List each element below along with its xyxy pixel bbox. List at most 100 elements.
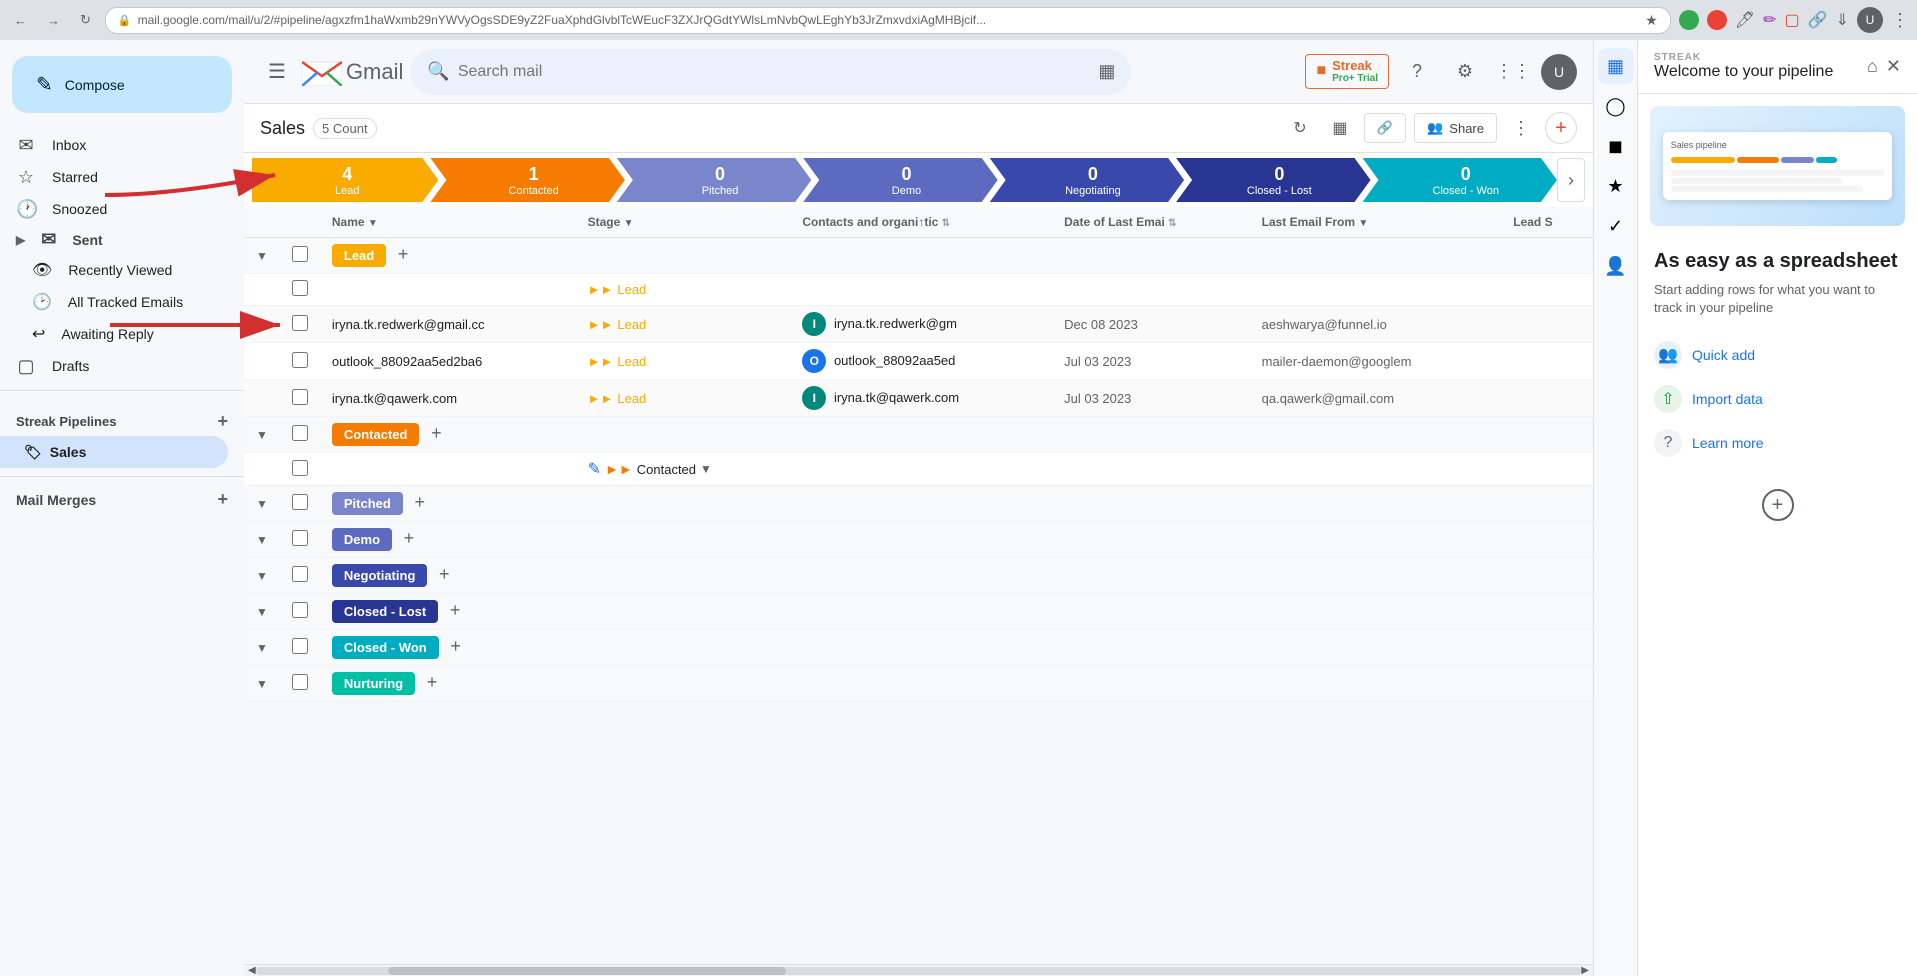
refresh-btn[interactable]: ↻ — [74, 8, 97, 32]
check-cell-demo[interactable] — [280, 522, 320, 558]
horizontal-scrollbar[interactable]: ◀ ▶ — [244, 964, 1593, 976]
contacts-col-header[interactable]: Contacts and organi↑tic ⇅ — [790, 207, 1052, 238]
group-checkbox-negotiating[interactable] — [292, 566, 308, 582]
streak-logo[interactable]: ■ Streak Pro+ Trial — [1305, 54, 1389, 89]
stage-badge-closed_lost[interactable]: Closed - Lost — [332, 600, 438, 623]
row-checkbox[interactable] — [292, 352, 308, 368]
contacts-sort-icon[interactable]: ⇅ — [942, 218, 950, 229]
sidebar-item-awaiting-reply[interactable]: ↩ Awaiting Reply — [0, 318, 228, 350]
name-filter-icon[interactable]: ▼ — [368, 218, 378, 229]
hamburger-icon[interactable]: ☰ — [260, 51, 294, 92]
stages-next-button[interactable]: › — [1557, 158, 1585, 202]
add-mail-merge-icon[interactable]: + — [217, 489, 228, 510]
name-cell[interactable] — [320, 274, 576, 306]
sidebar-item-recently-viewed[interactable]: 👁 Recently Viewed — [0, 254, 228, 286]
expand-cell-closed_lost[interactable]: ▼ — [244, 594, 280, 630]
scrollbar-track[interactable] — [256, 967, 1582, 975]
streak-pipeline-icon[interactable]: ▦ — [1598, 48, 1634, 84]
forward-btn[interactable]: → — [41, 9, 66, 32]
expand-cell-contacted[interactable]: ▼ — [244, 417, 280, 453]
scrollbar-thumb[interactable] — [388, 967, 786, 975]
check-cell-negotiating[interactable] — [280, 558, 320, 594]
stage-arrow-contacted[interactable]: 1 Contacted — [430, 158, 624, 202]
help-button[interactable]: ? — [1397, 52, 1437, 92]
stage-dropdown-icon[interactable]: ▼ — [700, 462, 712, 476]
check-cell-pitched[interactable] — [280, 486, 320, 522]
date-sort-icon[interactable]: ⇅ — [1168, 218, 1176, 229]
stage-badge-pitched[interactable]: Pitched — [332, 492, 403, 515]
row-checkbox-cell[interactable] — [280, 380, 320, 417]
add-row-closed_won[interactable]: + — [450, 636, 461, 656]
expand-cell-nurturing[interactable]: ▼ — [244, 666, 280, 702]
add-row-button[interactable]: + — [1545, 112, 1577, 144]
row-checkbox[interactable] — [292, 315, 308, 331]
expand-cell-closed_won[interactable]: ▼ — [244, 630, 280, 666]
pipeline-count[interactable]: 5 Count — [313, 118, 377, 139]
group-checkbox-contacted[interactable] — [292, 425, 308, 441]
streak-check-icon[interactable]: ✓ — [1598, 208, 1634, 244]
sidebar-item-starred[interactable]: ☆ Starred — [0, 161, 228, 193]
home-icon[interactable]: ⌂ — [1867, 56, 1878, 77]
url-bar[interactable]: mail.google.com/mail/u/2/#pipeline/agxzf… — [138, 13, 1640, 27]
last-email-filter-icon[interactable]: ▼ — [1358, 218, 1368, 229]
search-options-icon[interactable]: ▦ — [1098, 61, 1115, 82]
check-cell-closed_lost[interactable] — [280, 594, 320, 630]
add-row-demo[interactable]: + — [404, 528, 415, 548]
stage-col-header[interactable]: Stage ▼ — [576, 207, 791, 238]
streak-star-icon[interactable]: ★ — [1598, 168, 1634, 204]
scroll-left-icon[interactable]: ◀ — [248, 965, 256, 976]
row-checkbox[interactable] — [292, 389, 308, 405]
group-checkbox-lead[interactable] — [292, 246, 308, 262]
stage-arrow-closed_lost[interactable]: 0 Closed - Lost — [1176, 158, 1370, 202]
group-checkbox-closed_lost[interactable] — [292, 602, 308, 618]
stage-arrow-demo[interactable]: 0 Demo — [803, 158, 997, 202]
share-button[interactable]: 👥 Share — [1414, 113, 1497, 143]
search-bar[interactable]: 🔍 ▦ — [411, 49, 1131, 95]
add-pipeline-icon[interactable]: + — [217, 411, 228, 432]
add-row-lead[interactable]: + — [398, 244, 409, 264]
stage-badge-negotiating[interactable]: Negotiating — [332, 564, 428, 587]
date-col-header[interactable]: Date of Last Emai ⇅ — [1052, 207, 1250, 238]
group-checkbox-nurturing[interactable] — [292, 674, 308, 690]
streak-person-icon[interactable]: 👤 — [1598, 248, 1634, 284]
group-checkbox-closed_won[interactable] — [292, 638, 308, 654]
sidebar-item-drafts[interactable]: ▢ Drafts — [0, 350, 228, 382]
menu-dots-icon[interactable]: ⋮ — [1891, 10, 1909, 31]
expand-cell-pitched[interactable]: ▼ — [244, 486, 280, 522]
stage-arrow-lead[interactable]: 4 Lead — [252, 158, 438, 202]
close-panel-icon[interactable]: ✕ — [1886, 56, 1901, 77]
compose-button[interactable]: ✎ Compose — [12, 56, 232, 113]
add-row-closed_lost[interactable]: + — [450, 600, 461, 620]
sent-section[interactable]: ▶ ✉ Sent — [0, 225, 244, 254]
link-button[interactable]: 🔗 — [1364, 113, 1406, 143]
edit-icon[interactable]: ✎ — [588, 459, 601, 479]
check-cell-lead[interactable] — [280, 238, 320, 274]
group-checkbox-demo[interactable] — [292, 530, 308, 546]
quick-add-action[interactable]: 👥 Quick add — [1654, 333, 1901, 377]
more-options-icon[interactable]: ⋮ — [1505, 112, 1537, 144]
sidebar-item-snoozed[interactable]: 🕐 Snoozed — [0, 193, 228, 225]
stage-badge-contacted[interactable]: Contacted — [332, 423, 420, 446]
name-cell[interactable]: iryna.tk.redwerk@gmail.cc — [320, 306, 576, 343]
last-email-col-header[interactable]: Last Email From ▼ — [1250, 207, 1502, 238]
name-cell[interactable]: iryna.tk@qawerk.com — [320, 380, 576, 417]
row-checkbox-cell[interactable] — [280, 306, 320, 343]
row-checkbox-cell[interactable] — [280, 453, 320, 486]
refresh-pipeline-icon[interactable]: ↻ — [1284, 112, 1316, 144]
check-cell-nurturing[interactable] — [280, 666, 320, 702]
back-btn[interactable]: ← — [8, 9, 33, 32]
streak-calendar-icon[interactable]: ◼ — [1598, 128, 1634, 164]
stage-filter-icon[interactable]: ▼ — [624, 218, 634, 229]
stage-arrow-pitched[interactable]: 0 Pitched — [617, 158, 811, 202]
filter-icon[interactable]: ▦ — [1324, 112, 1356, 144]
row-checkbox[interactable] — [292, 280, 308, 296]
stage-arrow-negotiating[interactable]: 0 Negotiating — [990, 158, 1184, 202]
settings-button[interactable]: ⚙ — [1445, 52, 1485, 92]
group-checkbox-pitched[interactable] — [292, 494, 308, 510]
name-cell[interactable] — [320, 453, 576, 486]
stage-badge-demo[interactable]: Demo — [332, 528, 392, 551]
panel-add-button[interactable]: + — [1762, 489, 1794, 521]
scroll-right-icon[interactable]: ▶ — [1581, 965, 1589, 976]
name-col-header[interactable]: Name ▼ — [320, 207, 576, 238]
bookmark-icon[interactable]: ★ — [1645, 12, 1658, 29]
